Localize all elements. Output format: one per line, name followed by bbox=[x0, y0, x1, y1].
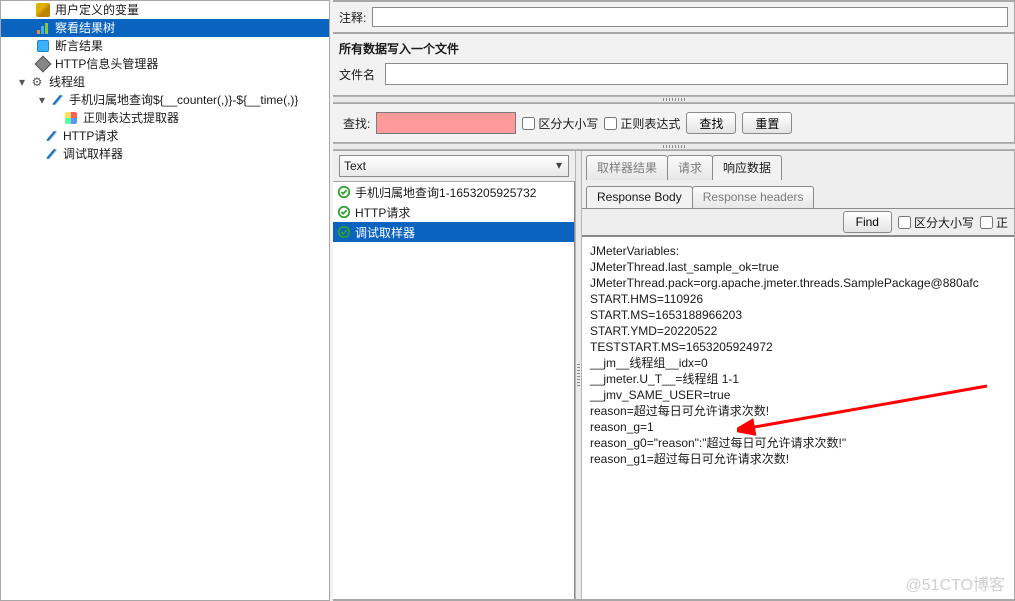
results-area: Text 手机归属地查询1-1653205925732 HTTP请求调试取样器 取… bbox=[333, 150, 1015, 600]
find-button[interactable]: Find bbox=[843, 211, 892, 233]
filename-input[interactable] bbox=[385, 63, 1008, 85]
regex-icon bbox=[63, 110, 79, 126]
search-row: 查找: 区分大小写 正则表达式 查找 重置 bbox=[333, 103, 1015, 143]
tree-node-label: 手机归属地查询${__counter(,)}-${__time(,)} bbox=[67, 91, 298, 109]
comment-label: 注释: bbox=[339, 9, 366, 26]
filename-label: 文件名 bbox=[339, 66, 375, 83]
renderer-combobox[interactable]: Text bbox=[339, 155, 569, 177]
tree-node-label: HTTP信息头管理器 bbox=[53, 55, 158, 73]
right-tabbar-sub: Response Body Response headers bbox=[582, 180, 1014, 209]
header-icon bbox=[35, 56, 51, 72]
tree-node[interactable]: 用户定义的变量 bbox=[1, 1, 329, 19]
right-tabbar-top: 取样器结果 请求 响应数据 bbox=[582, 151, 1014, 180]
results-left: Text 手机归属地查询1-1653205925732 HTTP请求调试取样器 bbox=[333, 151, 575, 599]
tab-sampler-result[interactable]: 取样器结果 bbox=[586, 155, 668, 180]
tree-node-label: 用户定义的变量 bbox=[53, 1, 139, 19]
tree-node[interactable]: 察看结果树 bbox=[1, 19, 329, 37]
pipette-icon bbox=[49, 92, 65, 108]
tree-node-label: 断言结果 bbox=[53, 37, 103, 55]
file-panel: 所有数据写入一个文件 文件名 bbox=[333, 33, 1015, 96]
tab-request[interactable]: 请求 bbox=[667, 155, 713, 180]
tree-node-label: 正则表达式提取器 bbox=[81, 109, 179, 127]
find-row: Find 区分大小写 正 bbox=[582, 209, 1014, 236]
tree-toggle-icon[interactable]: ▾ bbox=[17, 77, 27, 87]
tab-response-data[interactable]: 响应数据 bbox=[712, 155, 782, 180]
tab-response-body[interactable]: Response Body bbox=[586, 186, 693, 208]
success-icon bbox=[337, 185, 351, 199]
tree-node-label: 线程组 bbox=[47, 73, 85, 91]
pipette-icon bbox=[43, 128, 59, 144]
tree-node-label: HTTP请求 bbox=[61, 127, 118, 145]
success-icon bbox=[337, 225, 351, 239]
comment-input[interactable] bbox=[372, 7, 1008, 27]
tree-node[interactable]: 断言结果 bbox=[1, 37, 329, 55]
tree-node[interactable]: ▾ 手机归属地查询${__counter(,)}-${__time(,)} bbox=[1, 91, 329, 109]
tree-node-label: 察看结果树 bbox=[53, 19, 115, 37]
response-body-pane[interactable]: JMeterVariables: JMeterThread.last_sampl… bbox=[582, 236, 1014, 599]
nav-tree[interactable]: 用户定义的变量察看结果树断言结果HTTP信息头管理器▾线程组▾手机归属地查询${… bbox=[0, 0, 330, 601]
gear-icon bbox=[29, 74, 45, 90]
sample-row-label: HTTP请求 bbox=[355, 204, 410, 221]
sample-row-label: 手机归属地查询1-1653205925732 bbox=[355, 184, 536, 201]
tree-node[interactable]: 正则表达式提取器 bbox=[1, 109, 329, 127]
response-body-text: JMeterVariables: JMeterThread.last_sampl… bbox=[582, 237, 1014, 473]
sample-row[interactable]: 手机归属地查询1-1653205925732 bbox=[333, 182, 574, 202]
vars-icon bbox=[35, 2, 51, 18]
tree-node[interactable]: HTTP信息头管理器 bbox=[1, 55, 329, 73]
comment-row: 注释: bbox=[333, 1, 1015, 33]
splitter-horizontal[interactable] bbox=[333, 96, 1015, 103]
tree-node[interactable]: 调试取样器 bbox=[1, 145, 329, 163]
assert-icon bbox=[35, 38, 51, 54]
results-right: 取样器结果 请求 响应数据 Response Body Response hea… bbox=[582, 151, 1014, 599]
file-panel-title: 所有数据写入一个文件 bbox=[333, 38, 1014, 63]
find-regex-check[interactable]: 正 bbox=[980, 214, 1008, 231]
tree-node[interactable]: HTTP请求 bbox=[1, 127, 329, 145]
search-input[interactable] bbox=[376, 112, 516, 134]
renderer-value: Text bbox=[344, 159, 366, 173]
tab-response-headers[interactable]: Response headers bbox=[692, 186, 815, 208]
find-case-check[interactable]: 区分大小写 bbox=[898, 214, 974, 231]
success-icon bbox=[337, 205, 351, 219]
splitter-vertical[interactable] bbox=[575, 151, 582, 599]
case-sensitive-check[interactable]: 区分大小写 bbox=[522, 115, 598, 132]
pipette-icon bbox=[43, 146, 59, 162]
sample-row[interactable]: HTTP请求 bbox=[333, 202, 574, 222]
tree-toggle-icon[interactable]: ▾ bbox=[37, 95, 47, 105]
tree-node-label: 调试取样器 bbox=[61, 145, 123, 163]
search-button[interactable]: 查找 bbox=[686, 112, 736, 134]
reset-button[interactable]: 重置 bbox=[742, 112, 792, 134]
splitter-horizontal-2[interactable] bbox=[333, 143, 1015, 150]
results-icon bbox=[35, 20, 51, 36]
sample-list[interactable]: 手机归属地查询1-1653205925732 HTTP请求调试取样器 bbox=[333, 181, 575, 599]
sample-row-label: 调试取样器 bbox=[355, 224, 415, 241]
regex-check[interactable]: 正则表达式 bbox=[604, 115, 680, 132]
tree-node[interactable]: ▾ 线程组 bbox=[1, 73, 329, 91]
sample-row[interactable]: 调试取样器 bbox=[333, 222, 574, 242]
search-label: 查找: bbox=[343, 115, 370, 132]
